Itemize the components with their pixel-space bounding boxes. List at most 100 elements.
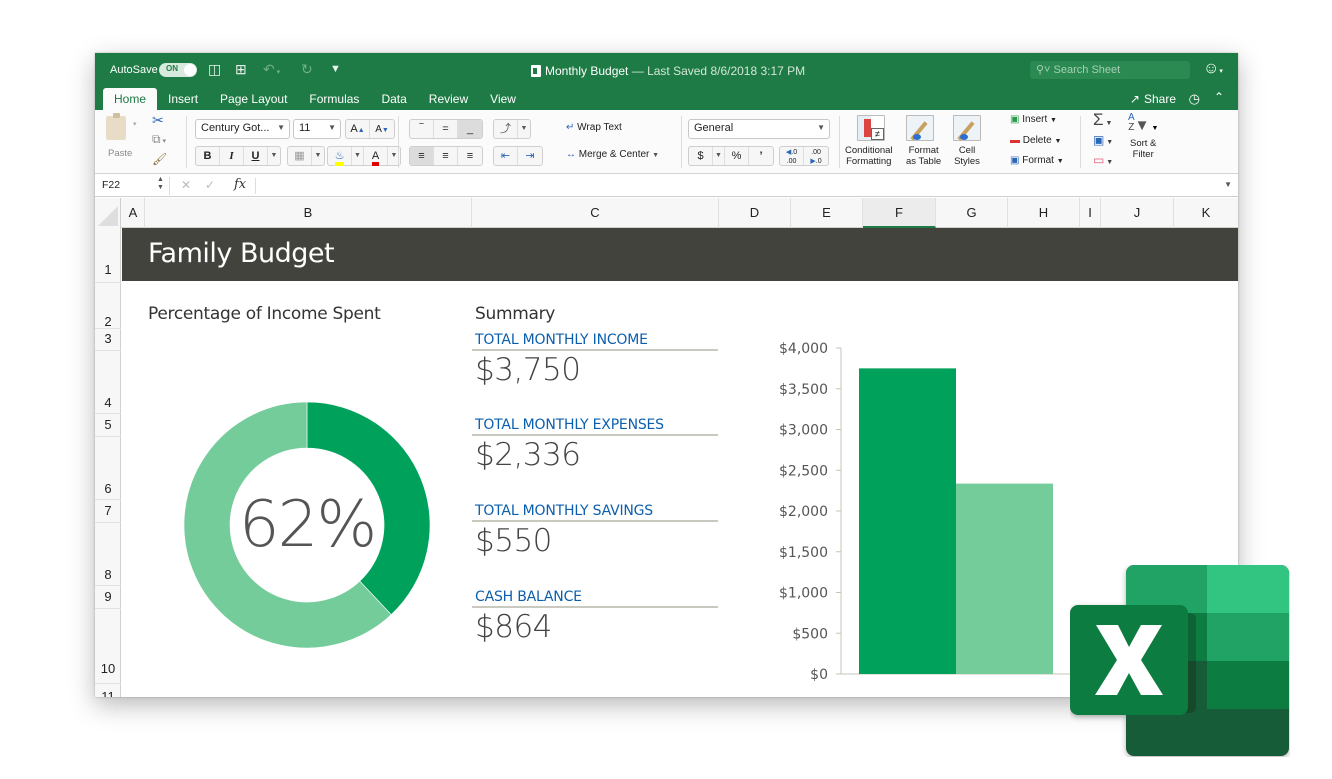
row-header[interactable]: 4 bbox=[95, 351, 121, 414]
insert-cells-button[interactable]: ▣ Insert ▼ bbox=[1010, 114, 1057, 125]
row-header[interactable]: 7 bbox=[95, 500, 121, 523]
column-header[interactable]: H bbox=[1008, 198, 1080, 228]
format-painter-icon[interactable]: 🖌 bbox=[152, 152, 167, 166]
tab-review[interactable]: Review bbox=[418, 88, 479, 110]
delete-cells-button[interactable]: ▬ Delete ▼ bbox=[1010, 135, 1061, 146]
expand-formula-bar-icon[interactable]: ▼ bbox=[1224, 180, 1232, 189]
insert-function-icon[interactable]: fx bbox=[234, 177, 246, 192]
row-header[interactable]: 10 bbox=[95, 609, 121, 684]
bar-expenses[interactable] bbox=[956, 483, 1053, 674]
font-size-select[interactable]: 11 ▼ bbox=[293, 119, 341, 139]
row-header[interactable]: 1 bbox=[95, 228, 121, 283]
increase-indent-button[interactable]: ⇥ bbox=[518, 147, 542, 165]
column-header[interactable]: K bbox=[1174, 198, 1238, 228]
orientation-dropdown[interactable]: ▼ bbox=[518, 120, 530, 138]
paste-dropdown-icon[interactable]: ▾ bbox=[133, 120, 137, 128]
collapse-ribbon-icon[interactable]: ⌃ bbox=[1214, 90, 1224, 104]
tab-home[interactable]: Home bbox=[103, 88, 158, 110]
number-format-select[interactable]: General ▼ bbox=[688, 119, 830, 139]
column-header[interactable]: J bbox=[1101, 198, 1174, 228]
name-box-stepper[interactable]: ▲ ▼ bbox=[157, 176, 164, 192]
increase-decimal-button[interactable]: ◀.0.00 bbox=[780, 147, 804, 165]
row-header[interactable]: 2 bbox=[95, 283, 121, 329]
conditional-formatting-button[interactable]: ≠ Conditional Formatting bbox=[845, 115, 893, 167]
clear-eraser-icon[interactable]: ▭ ▼ bbox=[1093, 153, 1113, 167]
autosave-toggle[interactable]: ON bbox=[159, 63, 197, 77]
tab-view[interactable]: View bbox=[479, 88, 527, 110]
row-header[interactable]: 6 bbox=[95, 437, 121, 500]
align-bottom-button[interactable]: _ bbox=[458, 120, 482, 138]
align-middle-button[interactable]: = bbox=[434, 120, 458, 138]
tab-formulas[interactable]: Formulas bbox=[298, 88, 370, 110]
font-name-select[interactable]: Century Got... ▼ bbox=[195, 119, 290, 139]
cut-icon[interactable]: ✂ bbox=[152, 112, 164, 129]
underline-dropdown[interactable]: ▼ bbox=[268, 147, 280, 165]
row-header[interactable]: 5 bbox=[95, 414, 121, 437]
sidebar-icon[interactable]: ◫ bbox=[208, 62, 221, 76]
comma-style-button[interactable]: ’ bbox=[749, 147, 773, 165]
currency-button[interactable]: $ bbox=[689, 147, 713, 165]
feedback-smiley-icon[interactable]: ☺▾ bbox=[1203, 60, 1223, 78]
tab-data[interactable]: Data bbox=[370, 88, 417, 110]
align-top-button[interactable]: ‾ bbox=[410, 120, 434, 138]
fill-color-dropdown[interactable]: ▼ bbox=[352, 147, 364, 165]
bar-chart[interactable]: $0 $500 $1,000 $1,500 $2,000 $2,500 $3,000 $3,5… bbox=[722, 328, 1082, 697]
decrease-font-size-button[interactable]: A▼ bbox=[370, 120, 394, 138]
format-as-table-button[interactable]: Format as Table bbox=[906, 115, 941, 167]
column-header[interactable]: C bbox=[472, 198, 719, 228]
column-header[interactable]: D bbox=[719, 198, 791, 228]
copy-icon[interactable]: ⧉ ▾ bbox=[152, 132, 166, 147]
align-left-button[interactable]: ≡ bbox=[410, 147, 434, 165]
align-right-button[interactable]: ≡ bbox=[458, 147, 482, 165]
underline-button[interactable]: U bbox=[244, 147, 268, 165]
paste-label[interactable]: Paste bbox=[108, 148, 132, 159]
orientation-icon[interactable]: ⤴ bbox=[494, 120, 518, 138]
redo-icon[interactable]: ↻ bbox=[301, 62, 313, 76]
cancel-icon[interactable]: ✕ bbox=[181, 178, 191, 192]
borders-dropdown[interactable]: ▼ bbox=[312, 147, 324, 165]
tab-page-layout[interactable]: Page Layout bbox=[209, 88, 298, 110]
name-box[interactable]: F22 bbox=[102, 179, 120, 191]
increase-font-size-button[interactable]: A▲ bbox=[346, 120, 370, 138]
enter-check-icon[interactable]: ✓ bbox=[205, 178, 215, 192]
column-header[interactable]: A bbox=[122, 198, 145, 228]
donut-chart[interactable]: 62% bbox=[182, 400, 432, 650]
borders-icon[interactable]: ▦ bbox=[288, 147, 312, 165]
save-sync-icon[interactable]: ⊞ bbox=[235, 62, 247, 76]
bold-button[interactable]: B bbox=[196, 147, 220, 165]
history-icon[interactable]: ◷ bbox=[1189, 91, 1200, 107]
decrease-decimal-button[interactable]: .00 ▶.0 bbox=[804, 147, 828, 165]
share-button[interactable]: ↗ Share bbox=[1130, 92, 1176, 106]
row-header[interactable]: 9 bbox=[95, 586, 121, 609]
column-header[interactable]: G bbox=[936, 198, 1008, 228]
row-header[interactable]: 8 bbox=[95, 523, 121, 586]
cell-styles-button[interactable]: Cell Styles bbox=[953, 115, 981, 167]
format-cells-button[interactable]: ▣ Format ▼ bbox=[1010, 155, 1064, 166]
search-sheet-input[interactable]: ⚲˅ Search Sheet bbox=[1030, 61, 1190, 79]
wrap-text-button[interactable]: ↵ Wrap Text bbox=[566, 122, 622, 133]
undo-icon[interactable]: ↶ ▾ bbox=[263, 62, 280, 80]
column-header[interactable]: B bbox=[145, 198, 472, 228]
column-header[interactable]: I bbox=[1080, 198, 1101, 228]
column-header-selected[interactable]: F bbox=[863, 198, 936, 228]
autosum-icon[interactable]: Σ ▼ bbox=[1093, 110, 1112, 130]
italic-button[interactable]: I bbox=[220, 147, 244, 165]
decrease-indent-button[interactable]: ⇤ bbox=[494, 147, 518, 165]
formula-input[interactable] bbox=[263, 179, 1213, 193]
customize-toolbar-icon[interactable]: ▼ bbox=[330, 62, 341, 76]
currency-dropdown[interactable]: ▼ bbox=[713, 147, 725, 165]
row-header[interactable]: 3 bbox=[95, 329, 121, 351]
fill-icon[interactable]: ▣ ▼ bbox=[1093, 133, 1113, 147]
fill-color-button[interactable]: ♨ bbox=[328, 147, 352, 166]
column-header[interactable]: E bbox=[791, 198, 863, 228]
bar-income[interactable] bbox=[859, 368, 956, 674]
select-all-corner[interactable] bbox=[95, 198, 121, 228]
sort-filter-button[interactable]: A Z▼ ▼ Sort & Filter bbox=[1128, 113, 1158, 161]
paste-icon[interactable] bbox=[106, 113, 126, 140]
percent-button[interactable]: % bbox=[725, 147, 749, 165]
align-center-button[interactable]: ≡ bbox=[434, 147, 458, 165]
merge-center-button[interactable]: ↔ Merge & Center ▼ bbox=[566, 149, 659, 160]
row-header[interactable]: 11 bbox=[95, 684, 121, 697]
font-color-button[interactable]: A bbox=[364, 147, 388, 166]
tab-insert[interactable]: Insert bbox=[157, 88, 209, 110]
